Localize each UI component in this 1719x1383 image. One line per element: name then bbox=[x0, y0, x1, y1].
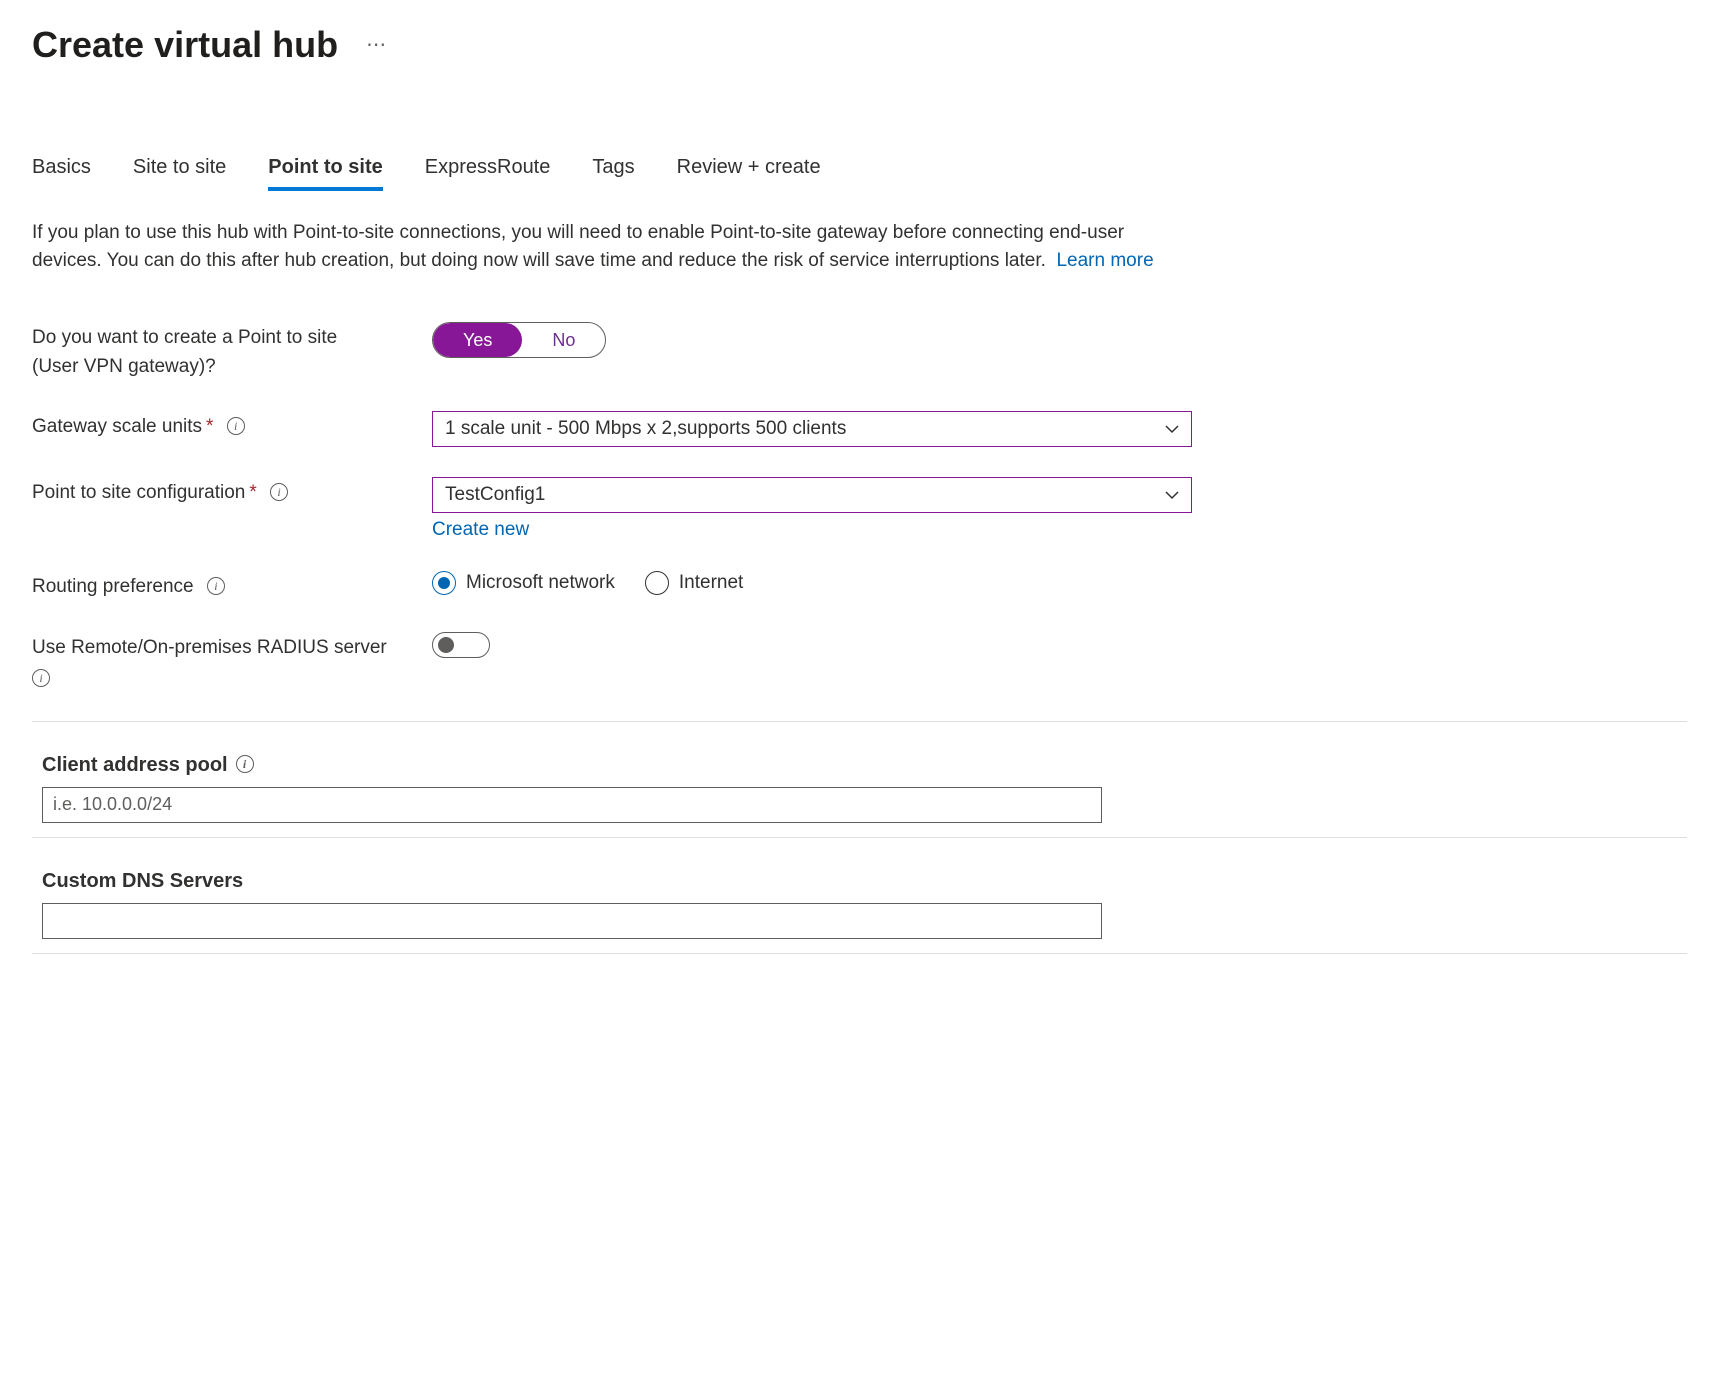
info-icon[interactable]: i bbox=[227, 417, 245, 435]
label-text: (User VPN gateway)? bbox=[32, 356, 216, 377]
create-p2s-label: Do you want to create a Point to site (U… bbox=[32, 322, 432, 381]
tab-point-to-site[interactable]: Point to site bbox=[268, 156, 382, 191]
intro-body: If you plan to use this hub with Point-t… bbox=[32, 222, 1124, 271]
tab-expressroute[interactable]: ExpressRoute bbox=[425, 156, 551, 191]
label-text: Do you want to create a Point to site bbox=[32, 327, 337, 348]
routing-pref-radios: Microsoft network Internet bbox=[432, 571, 1192, 595]
info-icon[interactable]: i bbox=[236, 755, 254, 773]
page-title: Create virtual hub bbox=[32, 24, 338, 66]
dropdown-value: 1 scale unit - 500 Mbps x 2,supports 500… bbox=[445, 418, 846, 440]
client-address-pool-section: Client address pool i bbox=[32, 721, 1687, 838]
radius-switch[interactable] bbox=[432, 632, 490, 658]
radio-microsoft-network[interactable]: Microsoft network bbox=[432, 571, 615, 595]
p2s-config-dropdown[interactable]: TestConfig1 bbox=[432, 477, 1192, 513]
chevron-down-icon bbox=[1165, 488, 1179, 502]
custom-dns-section: Custom DNS Servers bbox=[32, 870, 1687, 954]
gateway-scale-label: Gateway scale units bbox=[32, 416, 202, 437]
dropdown-value: TestConfig1 bbox=[445, 484, 545, 506]
toggle-yes[interactable]: Yes bbox=[433, 323, 522, 357]
create-p2s-toggle[interactable]: Yes No bbox=[432, 322, 606, 358]
tab-bar: Basics Site to site Point to site Expres… bbox=[32, 156, 1687, 191]
routing-pref-label: Routing preference bbox=[32, 576, 194, 597]
p2s-config-label: Point to site configuration bbox=[32, 482, 245, 503]
radio-internet[interactable]: Internet bbox=[645, 571, 743, 595]
radio-label: Microsoft network bbox=[466, 572, 615, 594]
intro-text: If you plan to use this hub with Point-t… bbox=[32, 219, 1182, 274]
learn-more-link[interactable]: Learn more bbox=[1056, 250, 1153, 271]
tab-basics[interactable]: Basics bbox=[32, 156, 91, 191]
tab-review-create[interactable]: Review + create bbox=[677, 156, 821, 191]
radius-label: Use Remote/On-premises RADIUS server bbox=[32, 637, 387, 658]
tab-tags[interactable]: Tags bbox=[592, 156, 634, 191]
required-star: * bbox=[249, 482, 256, 503]
info-icon[interactable]: i bbox=[207, 577, 225, 595]
chevron-down-icon bbox=[1165, 422, 1179, 436]
required-star: * bbox=[206, 416, 213, 437]
radio-circle-icon bbox=[432, 571, 456, 595]
switch-knob-icon bbox=[438, 637, 454, 653]
radio-label: Internet bbox=[679, 572, 743, 594]
radio-circle-icon bbox=[645, 571, 669, 595]
toggle-no[interactable]: No bbox=[522, 323, 605, 357]
dns-heading: Custom DNS Servers bbox=[42, 870, 243, 893]
gateway-scale-dropdown[interactable]: 1 scale unit - 500 Mbps x 2,supports 500… bbox=[432, 411, 1192, 447]
tab-site-to-site[interactable]: Site to site bbox=[133, 156, 226, 191]
info-icon[interactable]: i bbox=[270, 483, 288, 501]
more-icon[interactable]: ⋯ bbox=[366, 35, 388, 55]
client-pool-heading: Client address pool bbox=[42, 754, 228, 777]
info-icon[interactable]: i bbox=[32, 669, 50, 687]
create-new-link[interactable]: Create new bbox=[432, 519, 1192, 541]
client-address-pool-input[interactable] bbox=[42, 787, 1102, 823]
custom-dns-input[interactable] bbox=[42, 903, 1102, 939]
